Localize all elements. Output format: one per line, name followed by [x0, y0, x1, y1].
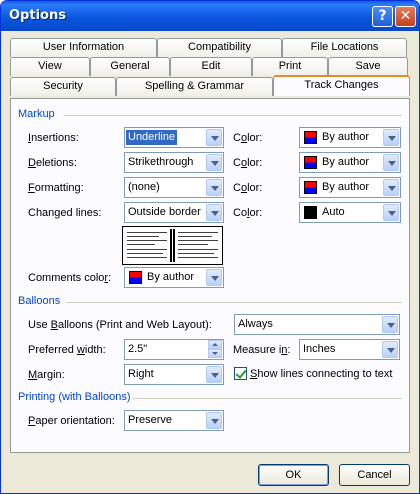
- tab-print[interactable]: Print: [252, 57, 328, 76]
- changed-lines-color-value: Auto: [322, 206, 345, 218]
- paper-orientation-value: Preserve: [128, 414, 173, 426]
- chevron-down-icon[interactable]: [383, 179, 399, 196]
- printing-section-title: Printing (with Balloons): [18, 391, 131, 403]
- chevron-down-icon[interactable]: [383, 129, 399, 146]
- tab-file-locations[interactable]: File Locations: [282, 38, 407, 57]
- chevron-down-icon[interactable]: [382, 316, 398, 333]
- chevron-down-icon[interactable]: [206, 366, 222, 383]
- balloons-section-title: Balloons: [18, 295, 61, 307]
- insertions-color-value: By author: [322, 131, 370, 143]
- preview-page-left: [123, 227, 172, 264]
- color-swatch-icon: [304, 206, 317, 219]
- formatting-value: (none): [128, 181, 160, 193]
- tab-spelling-grammar[interactable]: Spelling & Grammar: [116, 77, 273, 96]
- formatting-color-label: Color:: [233, 182, 263, 194]
- tab-track-changes[interactable]: Track Changes: [273, 75, 410, 96]
- close-icon: ✕: [399, 8, 412, 24]
- color-swatch-icon: [304, 181, 317, 194]
- measure-in-label: Measure in:: [233, 344, 291, 356]
- divider: [66, 302, 402, 303]
- chevron-down-icon[interactable]: [206, 269, 222, 286]
- chevron-down-icon[interactable]: [206, 412, 222, 429]
- chevron-down-icon[interactable]: [206, 179, 222, 196]
- tab-panel: Markup Insertions: Underline Color: By a…: [10, 98, 410, 453]
- changed-lines-color-label: Color:: [233, 207, 263, 219]
- insertions-color-label: Color:: [233, 132, 263, 144]
- changed-lines-preview: [122, 226, 223, 265]
- measure-in-select[interactable]: Inches: [299, 339, 400, 360]
- insertions-color-select[interactable]: By author: [299, 127, 401, 148]
- changed-lines-select[interactable]: Outside border: [124, 202, 224, 223]
- deletions-color-label: Color:: [233, 157, 263, 169]
- spin-up-icon[interactable]: [208, 340, 222, 349]
- tab-save[interactable]: Save: [328, 57, 408, 76]
- comments-color-label: Comments color:: [28, 272, 112, 284]
- window-title: Options: [9, 8, 66, 23]
- formatting-label: Formatting:: [28, 182, 84, 194]
- tab-security[interactable]: Security: [10, 77, 116, 96]
- spin-down-icon[interactable]: [208, 349, 222, 358]
- changed-lines-value: Outside border: [128, 206, 201, 218]
- formatting-select[interactable]: (none): [124, 177, 224, 198]
- insertions-select[interactable]: Underline: [124, 127, 224, 148]
- deletions-select[interactable]: Strikethrough: [124, 152, 224, 173]
- chevron-down-icon[interactable]: [206, 204, 222, 221]
- tab-edit[interactable]: Edit: [170, 57, 252, 76]
- deletions-value: Strikethrough: [128, 156, 194, 168]
- preferred-width-value: 2.5": [128, 343, 148, 355]
- measure-in-value: Inches: [303, 343, 336, 355]
- show-lines-label[interactable]: Show lines connecting to text: [250, 368, 392, 380]
- deletions-color-select[interactable]: By author: [299, 152, 401, 173]
- use-balloons-value: Always: [238, 318, 273, 330]
- chevron-down-icon[interactable]: [383, 154, 399, 171]
- use-balloons-label: Use Balloons (Print and Web Layout):: [28, 319, 212, 331]
- paper-orientation-label: Paper orientation:: [28, 415, 115, 427]
- formatting-color-value: By author: [322, 181, 370, 193]
- markup-section-title: Markup: [18, 108, 55, 120]
- color-swatch-icon: [129, 271, 142, 284]
- options-dialog: Options ? ✕ User Information Compatibili…: [0, 0, 420, 494]
- chevron-down-icon[interactable]: [382, 341, 398, 358]
- preferred-width-spinner[interactable]: 2.5": [124, 339, 224, 360]
- formatting-color-select[interactable]: By author: [299, 177, 401, 198]
- ok-button[interactable]: OK: [258, 464, 329, 486]
- comments-color-select[interactable]: By author: [124, 267, 224, 288]
- title-bar[interactable]: Options ? ✕: [1, 1, 419, 31]
- changed-lines-label: Changed lines:: [28, 207, 102, 219]
- close-button[interactable]: ✕: [395, 6, 416, 27]
- color-swatch-icon: [304, 156, 317, 169]
- preview-page-right: [173, 227, 222, 264]
- divider: [133, 398, 402, 399]
- comments-color-value: By author: [147, 271, 195, 283]
- color-swatch-icon: [304, 131, 317, 144]
- tab-user-information[interactable]: User Information: [10, 38, 157, 57]
- tab-general[interactable]: General: [90, 57, 170, 76]
- chevron-down-icon[interactable]: [206, 154, 222, 171]
- chevron-down-icon[interactable]: [383, 204, 399, 221]
- use-balloons-select[interactable]: Always: [234, 314, 400, 335]
- changed-lines-color-select[interactable]: Auto: [299, 202, 401, 223]
- help-button[interactable]: ?: [372, 6, 393, 27]
- show-lines-checkbox[interactable]: [234, 367, 247, 380]
- insertions-value: Underline: [126, 130, 178, 145]
- cancel-button[interactable]: Cancel: [339, 464, 410, 486]
- margin-select[interactable]: Right: [124, 364, 224, 385]
- paper-orientation-select[interactable]: Preserve: [124, 410, 224, 431]
- margin-label: Margin:: [28, 369, 65, 381]
- insertions-label: Insertions:: [28, 132, 79, 144]
- margin-value: Right: [128, 368, 154, 380]
- deletions-label: Deletions:: [28, 157, 77, 169]
- deletions-color-value: By author: [322, 156, 370, 168]
- tab-compatibility[interactable]: Compatibility: [157, 38, 282, 57]
- preferred-width-label: Preferred width:: [28, 344, 106, 356]
- tab-view[interactable]: View: [10, 57, 90, 76]
- divider: [64, 115, 402, 116]
- chevron-down-icon[interactable]: [206, 129, 222, 146]
- help-icon: ?: [378, 8, 387, 24]
